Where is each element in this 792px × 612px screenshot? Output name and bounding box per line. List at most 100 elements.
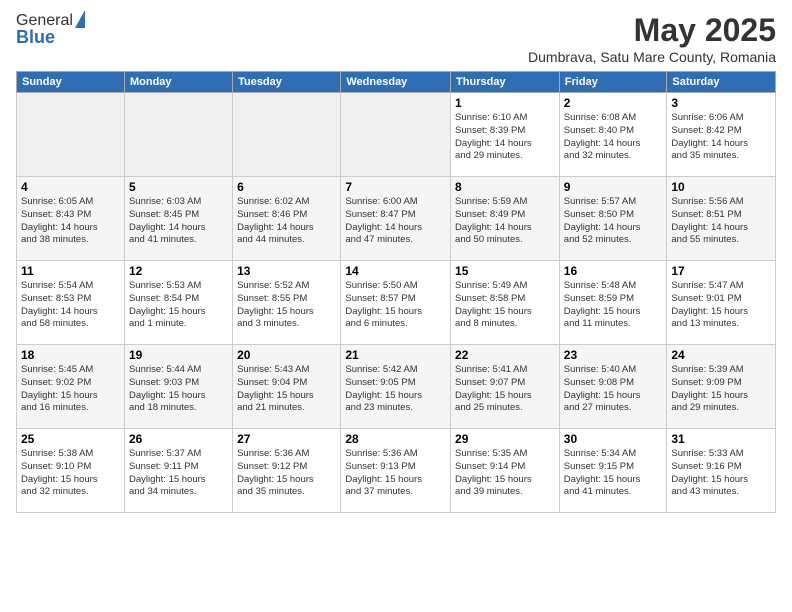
day-info: Sunrise: 5:42 AMSunset: 9:05 PMDaylight:… (345, 364, 422, 413)
table-row: 5 Sunrise: 6:03 AMSunset: 8:45 PMDaylight… (124, 177, 232, 261)
day-number: 17 (671, 264, 771, 278)
day-info: Sunrise: 5:49 AMSunset: 8:58 PMDaylight:… (455, 280, 532, 329)
table-row: 6Sunrise: 6:02 AMSunset: 8:46 PMDaylight… (233, 177, 341, 261)
day-info: Sunrise: 6:05 AMSunset: 8:43 PMDaylight:… (21, 196, 98, 245)
col-friday: Friday (559, 72, 667, 93)
month-year: May 2025 (528, 12, 776, 49)
table-row: 8 Sunrise: 5:59 AMSunset: 8:49 PMDaylight… (451, 177, 560, 261)
day-info: Sunrise: 5:40 AMSunset: 9:08 PMDaylight:… (564, 364, 641, 413)
logo: General Blue (16, 12, 85, 47)
table-row (124, 93, 232, 177)
day-number: 15 (455, 264, 555, 278)
col-saturday: Saturday (667, 72, 776, 93)
day-number: 21 (345, 348, 446, 362)
table-row (233, 93, 341, 177)
table-row: 4 Sunrise: 6:05 AMSunset: 8:43 PMDaylight… (17, 177, 125, 261)
day-number: 3 (671, 96, 771, 110)
table-row: 21 Sunrise: 5:42 AMSunset: 9:05 PMDayligh… (341, 345, 451, 429)
day-info: Sunrise: 5:38 AMSunset: 9:10 PMDaylight:… (21, 448, 98, 497)
day-number: 9 (564, 180, 663, 194)
day-info: Sunrise: 6:02 AMSunset: 8:46 PMDaylight:… (237, 196, 314, 245)
day-info: Sunrise: 5:33 AMSunset: 9:16 PMDaylight:… (671, 448, 748, 497)
col-wednesday: Wednesday (341, 72, 451, 93)
table-row: 30Sunrise: 5:34 AMSunset: 9:15 PMDayligh… (559, 429, 667, 513)
day-number: 2 (564, 96, 663, 110)
table-row: 19Sunrise: 5:44 AMSunset: 9:03 PMDayligh… (124, 345, 232, 429)
day-number: 5 (129, 180, 228, 194)
day-info: Sunrise: 5:44 AMSunset: 9:03 PMDaylight:… (129, 364, 206, 413)
day-info: Sunrise: 5:57 AMSunset: 8:50 PMDaylight:… (564, 196, 641, 245)
day-info: Sunrise: 5:48 AMSunset: 8:59 PMDaylight:… (564, 280, 641, 329)
calendar-week-row: 4 Sunrise: 6:05 AMSunset: 8:43 PMDaylight… (17, 177, 776, 261)
logo-triangle-icon (75, 10, 85, 28)
day-number: 10 (671, 180, 771, 194)
day-info: Sunrise: 5:59 AMSunset: 8:49 PMDaylight:… (455, 196, 532, 245)
table-row: 29 Sunrise: 5:35 AMSunset: 9:14 PMDayligh… (451, 429, 560, 513)
day-info: Sunrise: 5:36 AMSunset: 9:13 PMDaylight:… (345, 448, 422, 497)
table-row: 14Sunrise: 5:50 AMSunset: 8:57 PMDayligh… (341, 261, 451, 345)
day-number: 4 (21, 180, 120, 194)
day-number: 8 (455, 180, 555, 194)
table-row: 27Sunrise: 5:36 AMSunset: 9:12 PMDayligh… (233, 429, 341, 513)
day-info: Sunrise: 5:56 AMSunset: 8:51 PMDaylight:… (671, 196, 748, 245)
day-number: 14 (345, 264, 446, 278)
day-info: Sunrise: 5:54 AMSunset: 8:53 PMDaylight:… (21, 280, 98, 329)
day-number: 12 (129, 264, 228, 278)
day-info: Sunrise: 5:53 AMSunset: 8:54 PMDaylight:… (129, 280, 206, 329)
day-info: Sunrise: 5:39 AMSunset: 9:09 PMDaylight:… (671, 364, 748, 413)
day-info: Sunrise: 5:37 AMSunset: 9:11 PMDaylight:… (129, 448, 206, 497)
calendar-week-row: 11 Sunrise: 5:54 AMSunset: 8:53 PMDayligh… (17, 261, 776, 345)
table-row: 24 Sunrise: 5:39 AMSunset: 9:09 PMDayligh… (667, 345, 776, 429)
day-number: 29 (455, 432, 555, 446)
day-number: 31 (671, 432, 771, 446)
day-number: 18 (21, 348, 120, 362)
day-info: Sunrise: 5:34 AMSunset: 9:15 PMDaylight:… (564, 448, 641, 497)
col-sunday: Sunday (17, 72, 125, 93)
calendar-week-row: 25 Sunrise: 5:38 AMSunset: 9:10 PMDayligh… (17, 429, 776, 513)
day-info: Sunrise: 5:45 AMSunset: 9:02 PMDaylight:… (21, 364, 98, 413)
table-row: 9 Sunrise: 5:57 AMSunset: 8:50 PMDaylight… (559, 177, 667, 261)
day-info: Sunrise: 5:47 AMSunset: 9:01 PMDaylight:… (671, 280, 748, 329)
day-number: 13 (237, 264, 336, 278)
table-row: 10 Sunrise: 5:56 AMSunset: 8:51 PMDayligh… (667, 177, 776, 261)
day-info: Sunrise: 5:52 AMSunset: 8:55 PMDaylight:… (237, 280, 314, 329)
calendar-table: Sunday Monday Tuesday Wednesday Thursday… (16, 71, 776, 513)
day-number: 16 (564, 264, 663, 278)
day-info: Sunrise: 6:03 AMSunset: 8:45 PMDaylight:… (129, 196, 206, 245)
calendar-header-row: Sunday Monday Tuesday Wednesday Thursday… (17, 72, 776, 93)
table-row: 3 Sunrise: 6:06 AMSunset: 8:42 PMDaylight… (667, 93, 776, 177)
page: General Blue May 2025 Dumbrava, Satu Mar… (0, 0, 792, 612)
title-block: May 2025 Dumbrava, Satu Mare County, Rom… (528, 12, 776, 65)
day-number: 23 (564, 348, 663, 362)
day-info: Sunrise: 5:41 AMSunset: 9:07 PMDaylight:… (455, 364, 532, 413)
table-row: 25 Sunrise: 5:38 AMSunset: 9:10 PMDayligh… (17, 429, 125, 513)
col-tuesday: Tuesday (233, 72, 341, 93)
table-row: 26 Sunrise: 5:37 AMSunset: 9:11 PMDayligh… (124, 429, 232, 513)
table-row (341, 93, 451, 177)
day-info: Sunrise: 6:00 AMSunset: 8:47 PMDaylight:… (345, 196, 422, 245)
day-number: 1 (455, 96, 555, 110)
table-row: 12 Sunrise: 5:53 AMSunset: 8:54 PMDayligh… (124, 261, 232, 345)
table-row: 13 Sunrise: 5:52 AMSunset: 8:55 PMDayligh… (233, 261, 341, 345)
day-number: 25 (21, 432, 120, 446)
logo-blue-text: Blue (16, 28, 85, 48)
table-row: 7Sunrise: 6:00 AMSunset: 8:47 PMDaylight… (341, 177, 451, 261)
calendar-week-row: 18 Sunrise: 5:45 AMSunset: 9:02 PMDayligh… (17, 345, 776, 429)
table-row (17, 93, 125, 177)
table-row: 18 Sunrise: 5:45 AMSunset: 9:02 PMDayligh… (17, 345, 125, 429)
calendar-week-row: 1 Sunrise: 6:10 AMSunset: 8:39 PMDaylight… (17, 93, 776, 177)
day-info: Sunrise: 6:10 AMSunset: 8:39 PMDaylight:… (455, 112, 532, 161)
col-monday: Monday (124, 72, 232, 93)
day-info: Sunrise: 5:35 AMSunset: 9:14 PMDaylight:… (455, 448, 532, 497)
table-row: 15 Sunrise: 5:49 AMSunset: 8:58 PMDayligh… (451, 261, 560, 345)
day-number: 22 (455, 348, 555, 362)
day-number: 24 (671, 348, 771, 362)
day-number: 20 (237, 348, 336, 362)
table-row: 16 Sunrise: 5:48 AMSunset: 8:59 PMDayligh… (559, 261, 667, 345)
day-info: Sunrise: 5:36 AMSunset: 9:12 PMDaylight:… (237, 448, 314, 497)
day-number: 11 (21, 264, 120, 278)
col-thursday: Thursday (451, 72, 560, 93)
day-number: 26 (129, 432, 228, 446)
table-row: 2Sunrise: 6:08 AMSunset: 8:40 PMDaylight… (559, 93, 667, 177)
day-info: Sunrise: 6:06 AMSunset: 8:42 PMDaylight:… (671, 112, 748, 161)
